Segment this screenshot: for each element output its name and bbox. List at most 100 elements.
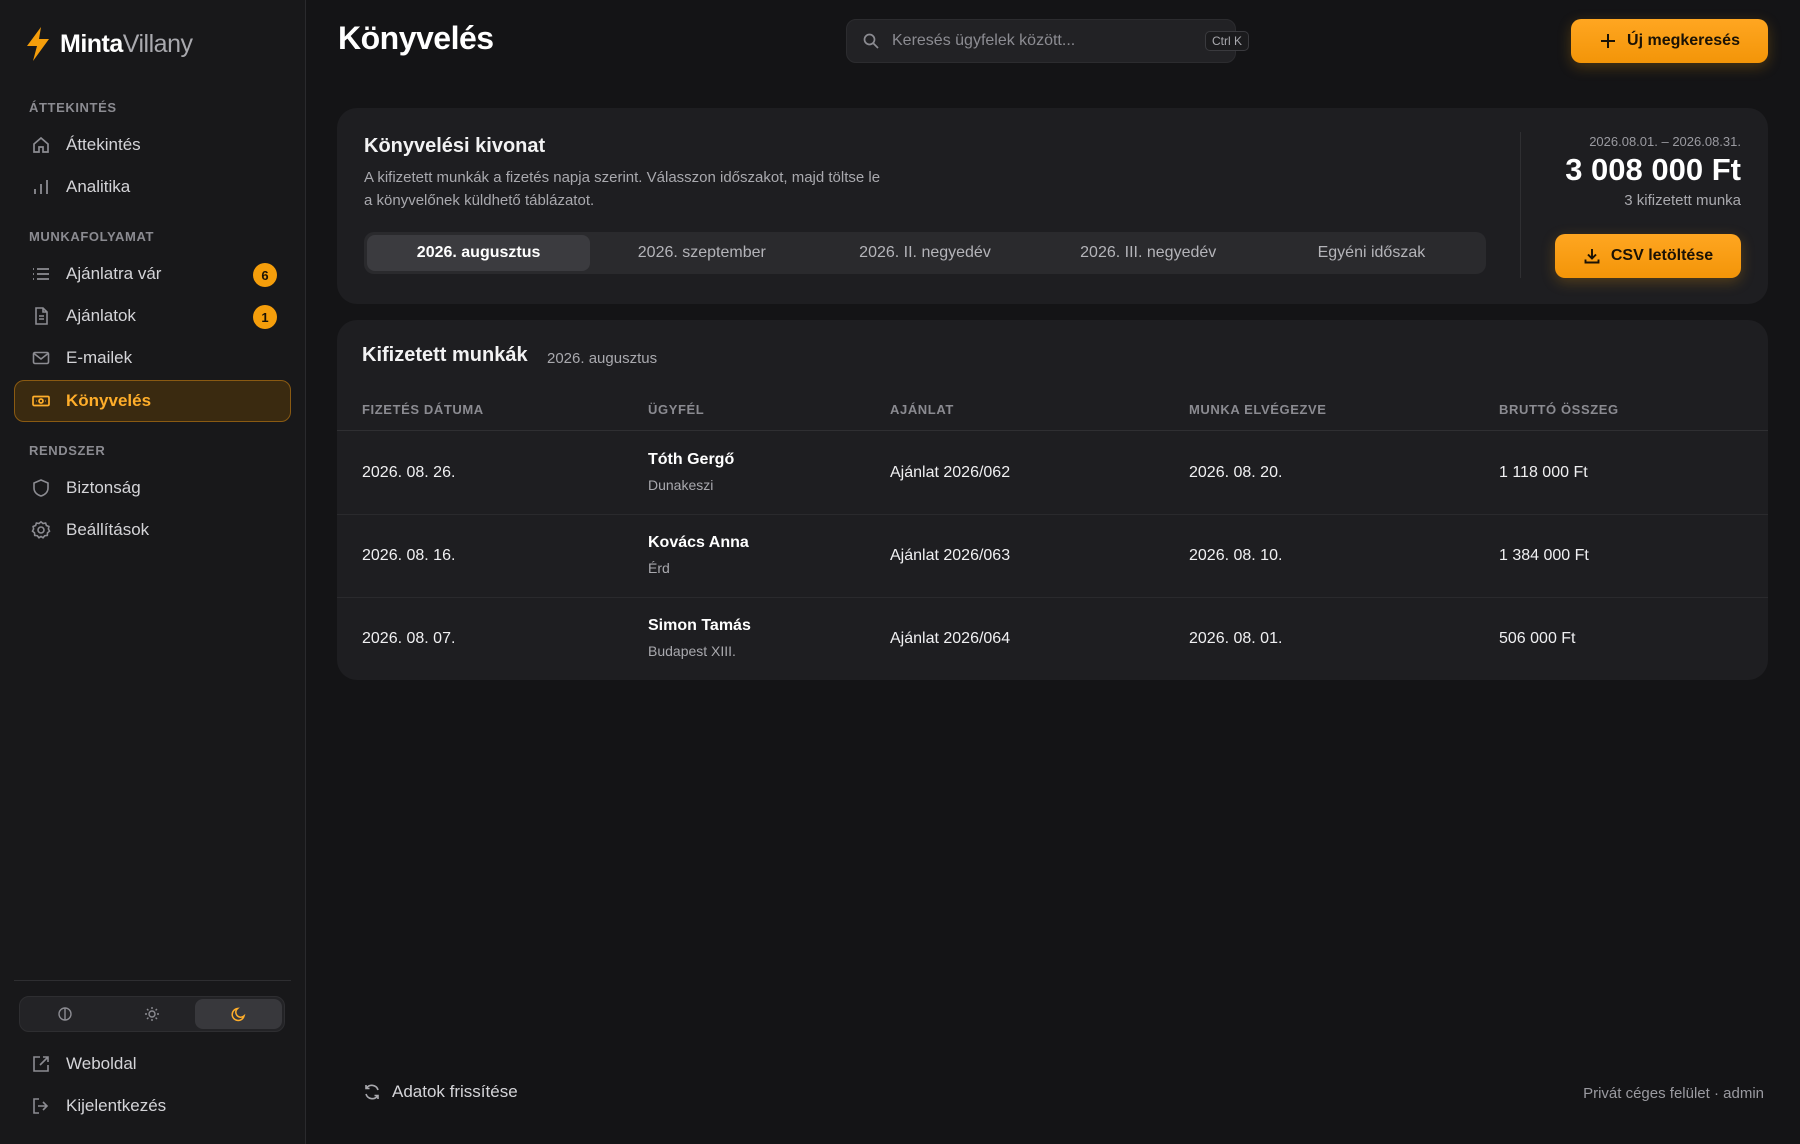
footer-note: Privát céges felület · admin <box>1583 1085 1764 1102</box>
date-range: 2026.08.01. – 2026.08.31. <box>1589 134 1741 149</box>
theme-light-button[interactable] <box>109 999 196 1029</box>
sidebar-item-label: Weboldal <box>66 1054 137 1073</box>
sidebar-item-biztonsag[interactable]: Biztonság <box>14 467 291 509</box>
moon-icon <box>231 1006 247 1022</box>
column-header-client[interactable]: ÜGYFÉL <box>648 402 704 417</box>
client-city: Dunakeszi <box>648 477 714 493</box>
search-box[interactable]: Ctrl K <box>846 19 1249 63</box>
document-icon <box>30 305 52 327</box>
refresh-label: Adatok frissítése <box>392 1082 518 1101</box>
sidebar-item-label: Könyvelés <box>66 391 152 410</box>
column-header-payment-date[interactable]: FIZETÉS DÁTUMA <box>362 402 484 417</box>
client-name: Simon Tamás <box>648 617 751 634</box>
period-tab-august[interactable]: 2026. augusztus <box>367 235 591 271</box>
page-title: Könyvelés <box>338 20 494 56</box>
sidebar-item-ajanlatra-var[interactable]: Ajánlatra vár 6 <box>14 253 291 295</box>
list-icon <box>30 263 52 285</box>
nav-section-title: RENDSZER <box>29 443 106 458</box>
download-icon <box>1583 247 1601 265</box>
sidebar-item-label: Beállítások <box>66 520 150 539</box>
summary-description: A kifizetett munkák a fizetés napja szer… <box>364 169 881 209</box>
period-tab-q2[interactable]: 2026. II. negyedév <box>813 235 1036 271</box>
paid-jobs-card: Kifizetett munkák 2026. augusztus FIZETÉ… <box>337 320 1768 680</box>
period-tabs: 2026. augusztus 2026. szeptember 2026. I… <box>364 232 1486 274</box>
sidebar-divider <box>14 980 291 981</box>
brand-logo[interactable]: MintaVillany <box>24 24 193 64</box>
new-inquiry-button[interactable]: Új megkeresés <box>1571 19 1768 63</box>
nav-section-title: ÁTTEKINTÉS <box>29 100 117 115</box>
theme-system-button[interactable] <box>22 999 109 1029</box>
sidebar-item-label: Analitika <box>66 177 131 196</box>
payment-date: 2026. 08. 07. <box>362 630 456 647</box>
sidebar-item-label: Biztonság <box>66 478 141 497</box>
external-link-icon <box>30 1053 52 1075</box>
mail-icon <box>30 347 52 369</box>
table-header: FIZETÉS DÁTUMA ÜGYFÉL AJÁNLAT MUNKA ELVÉ… <box>337 392 1768 431</box>
sidebar-item-kijelentkezes[interactable]: Kijelentkezés <box>14 1085 291 1127</box>
summary-title: Könyvelési kivonat <box>364 135 546 157</box>
lightning-icon <box>24 26 52 62</box>
work-done-date: 2026. 08. 10. <box>1189 547 1283 564</box>
column-header-work-done[interactable]: MUNKA ELVÉGEZVE <box>1189 402 1327 417</box>
theme-dark-button[interactable] <box>195 999 283 1029</box>
refresh-icon <box>362 1082 382 1102</box>
search-input[interactable] <box>892 32 1192 50</box>
work-done-date: 2026. 08. 20. <box>1189 464 1283 481</box>
column-header-gross[interactable]: BRUTTÓ ÖSSZEG <box>1499 402 1619 417</box>
sidebar-item-label: Kijelentkezés <box>66 1096 167 1115</box>
sidebar-item-beallitasok[interactable]: Beállítások <box>14 509 291 551</box>
table-row[interactable]: 2026. 08. 07. Simon Tamás Budapest XIII.… <box>337 598 1768 680</box>
client-city: Érd <box>648 560 670 576</box>
new-inquiry-label: Új megkeresés <box>1627 32 1740 49</box>
summary-card: Könyvelési kivonat A kifizetett munkák a… <box>337 108 1768 304</box>
payment-date: 2026. 08. 16. <box>362 547 456 564</box>
gross-amount: 1 384 000 Ft <box>1499 547 1589 564</box>
home-icon <box>30 134 52 156</box>
sidebar-item-label: Ajánlatra vár <box>66 264 162 283</box>
search-icon <box>862 32 880 50</box>
client-name: Kovács Anna <box>648 534 749 551</box>
brand-name: MintaVillany <box>60 29 193 58</box>
refresh-data-button[interactable]: Adatok frissítése <box>362 1082 518 1102</box>
sidebar-item-ajanlatok[interactable]: Ajánlatok 1 <box>14 295 291 337</box>
table-subtitle: 2026. augusztus <box>547 350 658 367</box>
offer-id: Ajánlat 2026/062 <box>890 464 1011 481</box>
sun-icon <box>144 1006 160 1022</box>
period-tab-custom[interactable]: Egyéni időszak <box>1260 235 1483 271</box>
sidebar-item-label: Áttekintés <box>66 135 141 154</box>
gross-amount: 506 000 Ft <box>1499 630 1576 647</box>
bar-chart-icon <box>30 176 52 198</box>
period-tab-september[interactable]: 2026. szeptember <box>590 235 813 271</box>
table-title: Kifizetett munkák <box>362 344 528 366</box>
count-badge: 6 <box>253 263 277 287</box>
sidebar-item-weboldal[interactable]: Weboldal <box>14 1043 291 1085</box>
plus-icon <box>1599 32 1617 50</box>
table-row[interactable]: 2026. 08. 16. Kovács Anna Érd Ajánlat 20… <box>337 515 1768 598</box>
payment-date: 2026. 08. 26. <box>362 464 456 481</box>
sidebar-item-label: E-mailek <box>66 348 133 367</box>
sidebar-item-analitika[interactable]: Analitika <box>14 166 291 208</box>
sidebar-item-attekintes[interactable]: Áttekintés <box>14 124 291 166</box>
sidebar-item-konyveles[interactable]: Könyvelés <box>14 380 291 422</box>
summary-divider <box>1520 132 1521 278</box>
period-tab-q3[interactable]: 2026. III. negyedév <box>1037 235 1260 271</box>
search-shortcut-hint: Ctrl K <box>1205 31 1249 51</box>
sidebar-item-e-mailek[interactable]: E-mailek <box>14 337 291 379</box>
client-name: Tóth Gergő <box>648 451 735 468</box>
theme-switch <box>19 996 285 1032</box>
total-amount: 3 008 000 Ft <box>1565 152 1741 187</box>
contrast-icon <box>57 1006 73 1022</box>
table-row[interactable]: 2026. 08. 26. Tóth Gergő Dunakeszi Ajánl… <box>337 432 1768 515</box>
count-badge: 1 <box>253 305 277 329</box>
column-header-offer[interactable]: AJÁNLAT <box>890 402 954 417</box>
offer-id: Ajánlat 2026/063 <box>890 547 1011 564</box>
client-city: Budapest XIII. <box>648 643 736 659</box>
paid-jobs-count: 3 kifizetett munka <box>1624 192 1741 209</box>
logout-icon <box>30 1095 52 1117</box>
gear-icon <box>30 519 52 541</box>
csv-download-button[interactable]: CSV letöltése <box>1555 234 1741 278</box>
work-done-date: 2026. 08. 01. <box>1189 630 1283 647</box>
csv-download-label: CSV letöltése <box>1610 247 1714 264</box>
gross-amount: 1 118 000 Ft <box>1499 464 1588 481</box>
banknote-icon <box>30 390 52 412</box>
